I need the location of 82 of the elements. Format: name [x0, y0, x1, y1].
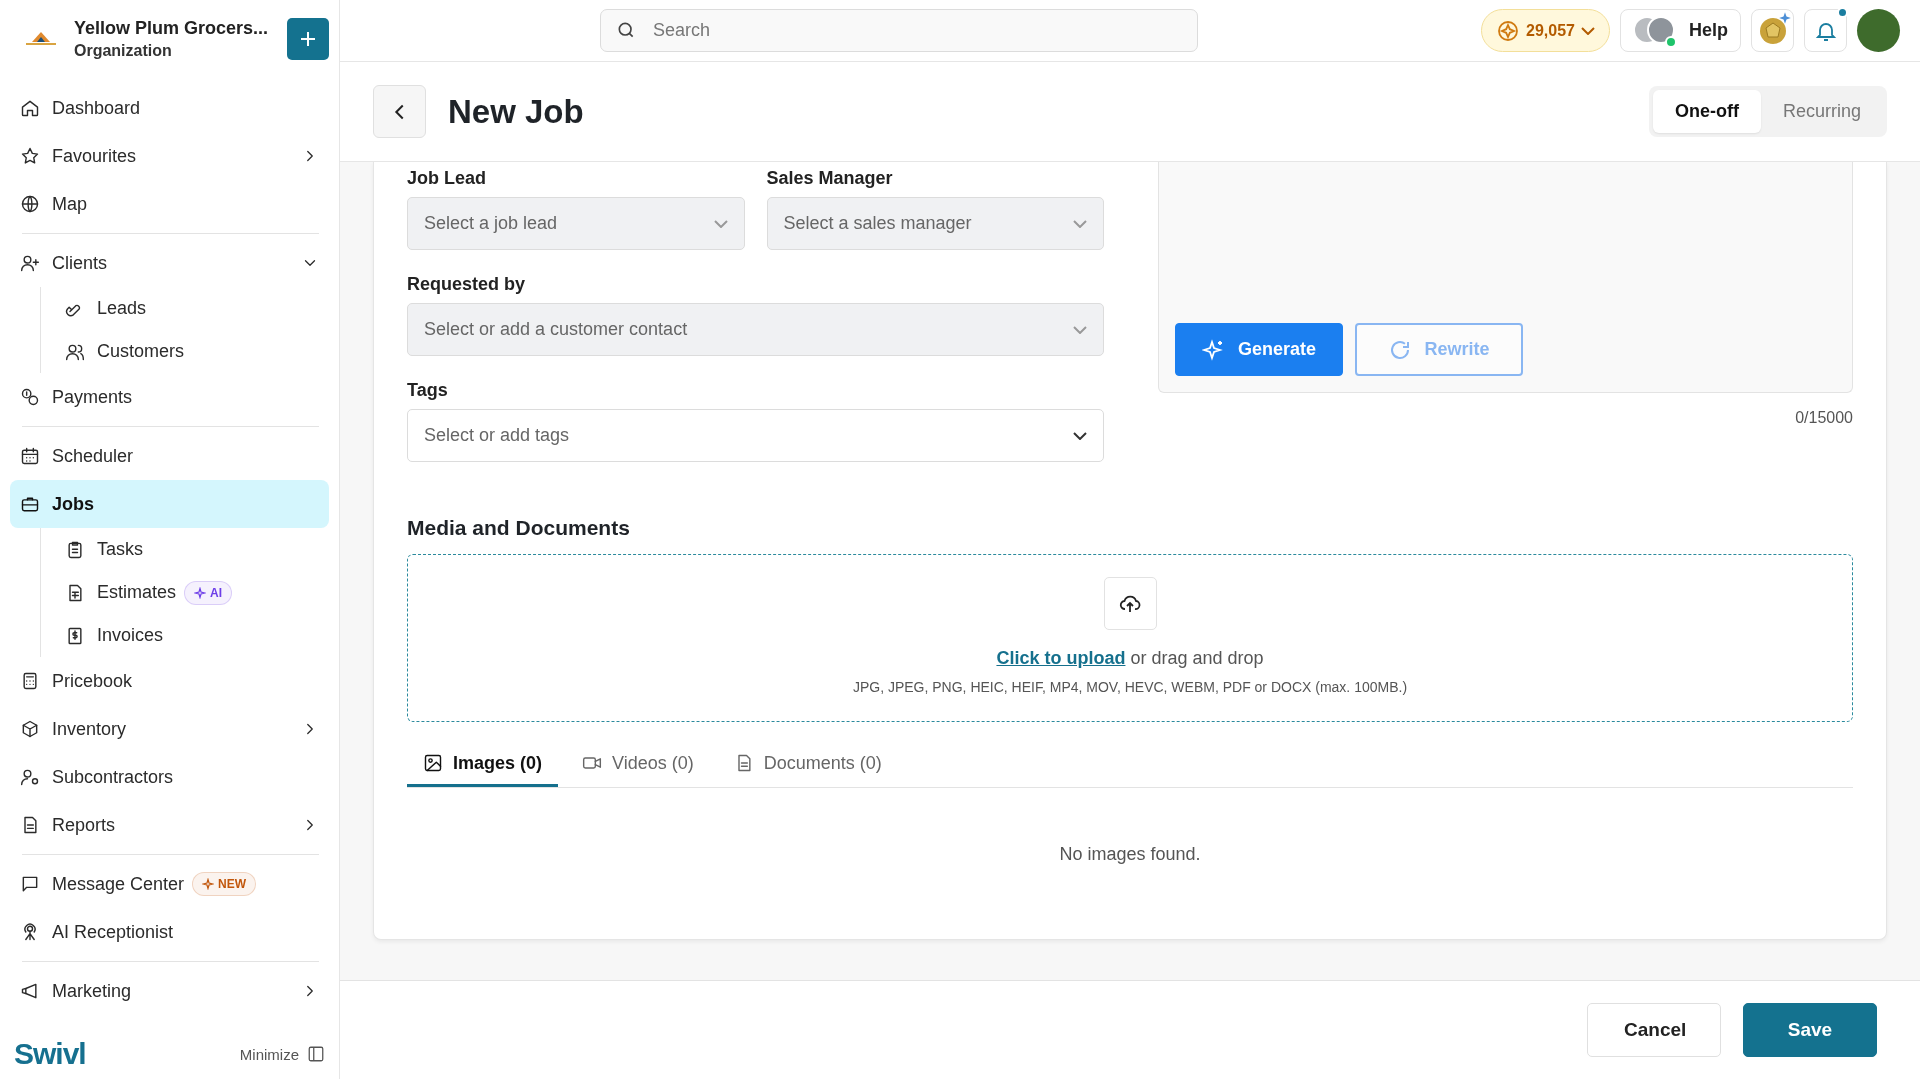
cancel-button[interactable]: Cancel [1587, 1003, 1721, 1057]
sidebar-subitem[interactable]: Invoices [59, 614, 329, 657]
sidebar-item[interactable]: Map [10, 180, 329, 228]
sidebar-item[interactable]: Message Center NEW [10, 860, 329, 908]
sidebar-item[interactable]: Favourites [10, 132, 329, 180]
sidebar-item[interactable]: Payments [10, 373, 329, 421]
sidebar-subitem[interactable]: Leads [59, 287, 329, 330]
add-button[interactable] [287, 18, 329, 60]
sidebar-item[interactable]: AI Receptionist [10, 908, 329, 956]
user-avatar[interactable] [1857, 9, 1900, 52]
field-label: Job Lead [407, 168, 487, 189]
minimize-button[interactable]: Minimize [239, 1045, 325, 1063]
sparkle-icon [202, 878, 215, 890]
sparkle-icon [1778, 11, 1792, 25]
mode-tab[interactable]: Recurring [1760, 90, 1883, 133]
sidebar-subitem[interactable]: Tasks [59, 528, 329, 571]
organization-type: Organization [74, 42, 173, 60]
search-icon [616, 20, 636, 40]
sidebar-item[interactable]: Reports [10, 801, 329, 849]
coin-icon [1496, 18, 1521, 43]
rewards-button[interactable] [1751, 9, 1794, 52]
briefcase-icon [20, 494, 40, 514]
chevron-down-icon [713, 219, 728, 228]
feature-badge: AI [184, 580, 233, 605]
chevron-down-icon [1581, 26, 1595, 35]
plus-icon [298, 29, 318, 49]
calculator-icon [20, 671, 40, 691]
select-field[interactable]: Select or add tags [407, 409, 1104, 462]
sidebar-subitem[interactable]: Estimates AI [59, 571, 329, 614]
star-icon [20, 146, 40, 166]
calendar-icon [20, 446, 40, 466]
upload-button[interactable] [1103, 577, 1157, 630]
sidebar-item[interactable]: Subcontractors [10, 753, 329, 801]
clipboard-icon [65, 539, 85, 560]
field-label: Sales Manager [766, 168, 894, 189]
generate-button[interactable]: Generate [1175, 323, 1343, 376]
help-button[interactable]: Help [1620, 9, 1741, 52]
upload-instructions: Click to upload or drag and drop [996, 648, 1264, 669]
notifications-button[interactable] [1804, 9, 1847, 52]
mode-tab[interactable]: One-off [1653, 90, 1761, 133]
media-tab[interactable]: Images (0) [407, 742, 559, 787]
field-label: Requested by [407, 274, 527, 295]
page-title: New Job [448, 92, 585, 131]
feature-badge: NEW [192, 872, 257, 896]
sidebar-subitem[interactable]: Customers [59, 330, 329, 373]
organization-name: Yellow Plum Grocers... [74, 18, 270, 39]
dollar-document-icon [65, 625, 85, 646]
points-button[interactable]: 29,057 [1481, 9, 1610, 52]
media-tab[interactable]: Videos (0) [566, 742, 710, 787]
user-gear-icon [20, 767, 40, 787]
sidebar-item[interactable]: Jobs [10, 480, 329, 528]
sidebar-item[interactable]: Scheduler [10, 432, 329, 480]
character-counter: 0/15000 [1795, 409, 1853, 427]
field-label: Tags [407, 380, 449, 401]
sidebar-panel-icon [307, 1045, 325, 1063]
chevron-down-icon [1073, 431, 1087, 440]
coin-icon [1757, 15, 1788, 46]
globe-icon [20, 194, 40, 214]
save-button[interactable]: Save [1743, 1003, 1877, 1057]
section-title: Media and Documents [407, 516, 631, 540]
coins-icon [20, 387, 40, 407]
empty-state-message: No images found. [1058, 844, 1202, 865]
sparkle-icon [194, 586, 207, 599]
chevron-down-icon [1073, 219, 1087, 228]
upload-link[interactable]: Click to upload [996, 648, 1126, 668]
app-logo: Swivl [14, 1037, 86, 1071]
sidebar-item[interactable]: Pricebook [10, 657, 329, 705]
user-plus-icon [20, 253, 40, 273]
upload-dropzone[interactable]: Click to upload or drag and drop JPG, JPEG, PNG, HEIC, HEIF, MP4, MOV, HEVC, WEBM, PDF or DOCX (max. 100MB.) [407, 554, 1853, 722]
home-icon [20, 98, 40, 118]
media-tab[interactable]: Documents (0) [717, 742, 898, 787]
sidebar-item[interactable]: Inventory [10, 705, 329, 753]
chevron-down-icon [1073, 325, 1087, 334]
megaphone-icon [20, 981, 40, 1001]
image-icon [423, 753, 443, 773]
search-field[interactable]: Search [600, 9, 1198, 52]
sidebar-item[interactable]: Dashboard [10, 84, 329, 132]
file-formats-note: JPG, JPEG, PNG, HEIC, HEIF, MP4, MOV, HEVC, WEBM, PDF or DOCX (max. 100MB.) [852, 679, 1408, 695]
chat-icon [20, 874, 40, 894]
sidebar-item[interactable]: Marketing [10, 967, 329, 1015]
sidebar-item[interactable]: Clients [10, 239, 329, 287]
cube-icon [20, 719, 40, 739]
